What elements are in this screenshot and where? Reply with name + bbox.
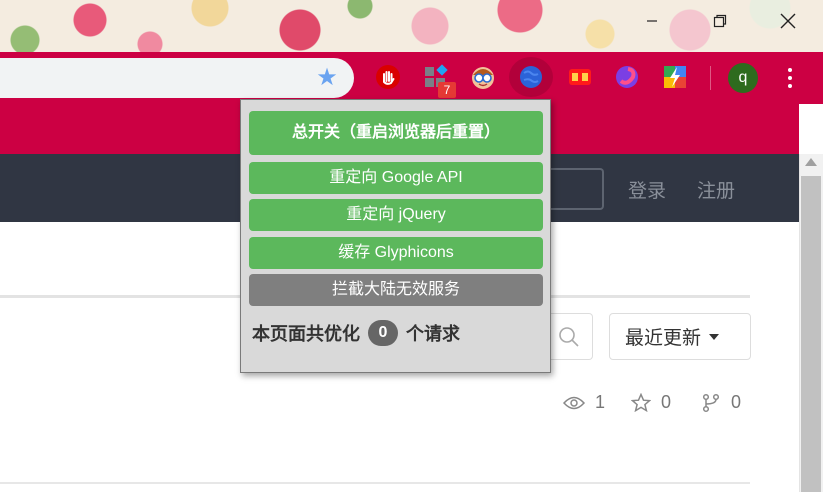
extension-sheets-button[interactable] bbox=[566, 63, 594, 91]
minimize-button[interactable] bbox=[629, 8, 675, 34]
minimize-icon bbox=[647, 20, 657, 22]
restore-button[interactable] bbox=[697, 8, 743, 34]
cache-glyphicons-button[interactable]: 缓存 Glyphicons bbox=[249, 237, 543, 269]
scrollbar-thumb[interactable] bbox=[801, 176, 821, 492]
redirect-google-api-button[interactable]: 重定向 Google API bbox=[249, 162, 543, 194]
extension-purple-button[interactable] bbox=[613, 63, 641, 91]
extension-badge: 7 bbox=[438, 82, 456, 98]
login-link[interactable]: 登录 bbox=[628, 176, 666, 203]
redirect-jquery-button[interactable]: 重定向 jQuery bbox=[249, 199, 543, 231]
extension-face-button[interactable] bbox=[469, 63, 497, 91]
stars-stat[interactable]: 0 bbox=[631, 392, 671, 413]
browser-toolbar bbox=[0, 52, 823, 104]
block-invalid-services-button[interactable]: 拦截大陆无效服务 bbox=[249, 274, 543, 306]
toolbar-divider bbox=[710, 66, 711, 90]
optimized-count-badge: 0 bbox=[368, 320, 398, 346]
globe-icon bbox=[520, 66, 542, 88]
eye-icon bbox=[563, 396, 585, 409]
watchers-count: 1 bbox=[595, 392, 606, 412]
bolt-icon bbox=[664, 66, 686, 88]
nav-search-input[interactable] bbox=[548, 168, 604, 210]
repo-search-button[interactable] bbox=[545, 313, 593, 360]
double-square-icon bbox=[569, 69, 591, 85]
profile-avatar[interactable]: q bbox=[728, 63, 758, 93]
address-bar[interactable] bbox=[0, 58, 354, 98]
extension-popup: 总开关（重启浏览器后重置） 重定向 Google API 重定向 jQuery … bbox=[240, 99, 551, 373]
restore-icon bbox=[713, 14, 727, 28]
more-vert-icon[interactable] bbox=[780, 66, 800, 90]
scroll-up-arrow-icon[interactable] bbox=[805, 158, 817, 166]
sort-label: 最近更新 bbox=[625, 328, 702, 349]
caret-down-icon bbox=[709, 333, 720, 340]
optimization-summary: 本页面共优化 0 个请求 bbox=[252, 320, 460, 346]
watchers-stat[interactable]: 1 bbox=[563, 392, 605, 413]
stop-hand-icon bbox=[376, 65, 400, 89]
master-switch-button[interactable]: 总开关（重启浏览器后重置） bbox=[249, 111, 543, 155]
summary-suffix: 个请求 bbox=[406, 324, 460, 344]
close-icon bbox=[780, 13, 796, 29]
extension-bolt-button[interactable] bbox=[661, 63, 689, 91]
swirl-icon bbox=[616, 66, 638, 88]
extension-replace-google-button[interactable] bbox=[517, 63, 545, 91]
stars-count: 0 bbox=[661, 392, 672, 412]
close-window-button[interactable] bbox=[765, 8, 811, 34]
face-glasses-icon bbox=[472, 67, 494, 89]
sort-dropdown[interactable]: 最近更新 bbox=[609, 313, 751, 360]
content-divider-bottom bbox=[0, 482, 750, 484]
summary-prefix: 本页面共优化 bbox=[252, 324, 360, 344]
extension-adblock-button[interactable] bbox=[374, 63, 402, 91]
star-outline-icon bbox=[631, 392, 651, 412]
register-link[interactable]: 注册 bbox=[697, 176, 735, 203]
forks-count: 0 bbox=[731, 392, 742, 412]
star-icon[interactable]: ★ bbox=[314, 65, 340, 91]
search-icon bbox=[558, 326, 579, 347]
fork-icon bbox=[702, 393, 720, 412]
forks-stat[interactable]: 0 bbox=[701, 392, 741, 413]
